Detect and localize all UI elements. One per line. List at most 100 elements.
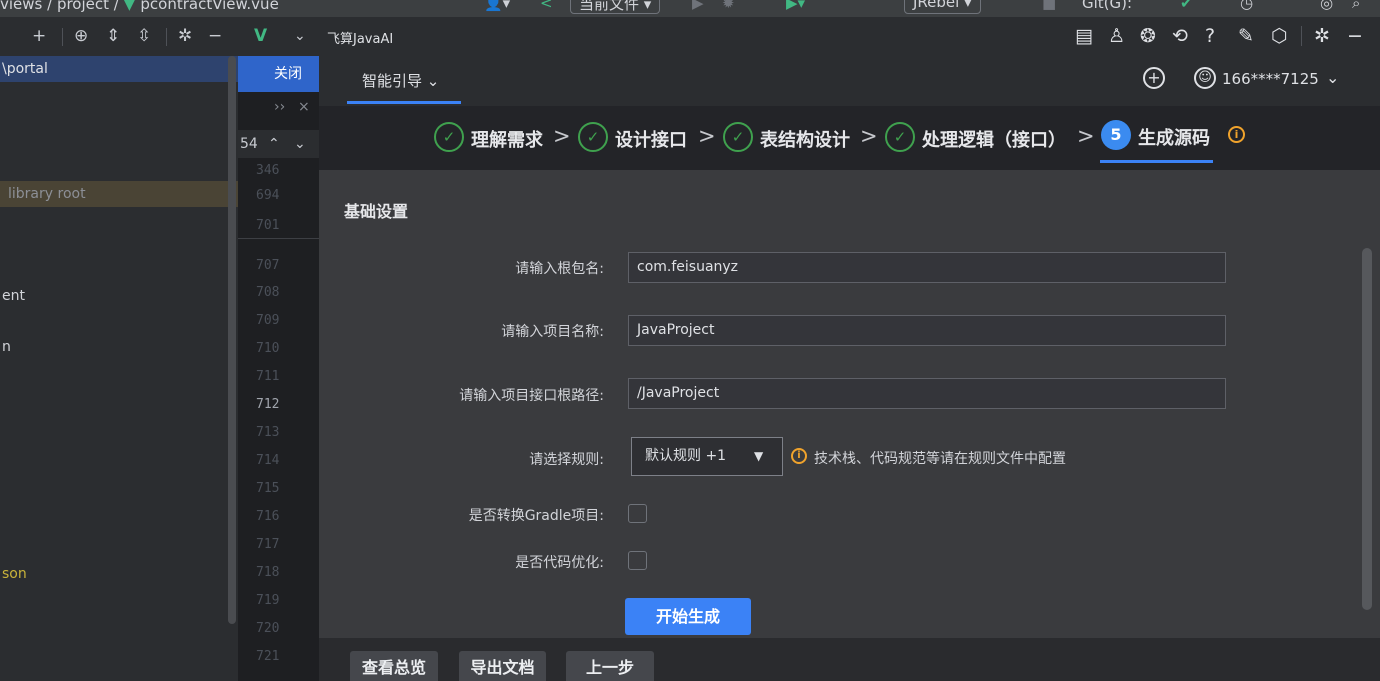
tree-row[interactable]: n (0, 334, 238, 360)
breadcrumb-folder[interactable]: views (0, 0, 42, 13)
stop-icon[interactable]: ■ (1042, 0, 1056, 12)
line-number: 694 (256, 188, 280, 203)
gear-icon[interactable]: ✲ (1314, 25, 1330, 47)
caret-down-icon[interactable]: ▼ (754, 449, 763, 463)
nav-tab-smart-guide[interactable]: 智能引导 ⌄ (362, 70, 439, 91)
fold-separator (238, 238, 319, 239)
step-design-api[interactable]: 设计接口 (615, 126, 687, 152)
section-title: 基础设置 (344, 202, 409, 221)
search-icon[interactable]: ⌕ (1352, 0, 1360, 12)
step-logic[interactable]: 处理逻辑（接口） (922, 126, 1066, 152)
optimize-checkbox[interactable] (628, 551, 647, 570)
rule-hint: 技术栈、代码规范等请在规则文件中配置 (814, 451, 1066, 467)
line-number: 719 (256, 593, 280, 608)
collapse-all-icon[interactable]: ⇳ (137, 26, 151, 46)
expand-all-icon[interactable]: ⇕ (106, 26, 120, 46)
git-commit-icon[interactable]: ✔ (1180, 0, 1193, 12)
line-number: 346 (256, 163, 280, 178)
settings-hex-icon[interactable]: ⬡ (1271, 25, 1288, 47)
tree-scrollbar[interactable] (228, 56, 236, 624)
coverage-icon[interactable]: ▶▾ (786, 0, 805, 12)
add-circle-icon[interactable]: + (1143, 67, 1165, 89)
previous-step-button[interactable]: 上一步 (566, 651, 654, 681)
prev-match-icon[interactable]: ⌃ (268, 130, 280, 158)
find-count: 54 (240, 136, 258, 152)
view-overview-button[interactable]: 查看总览 (350, 651, 438, 681)
line-number: 708 (256, 285, 280, 300)
step-number-badge: 5 (1101, 120, 1131, 150)
find-navigator: 54 ⌃ ⌄ (238, 130, 319, 158)
back-icon[interactable]: < (540, 0, 553, 12)
close-icon[interactable]: × (298, 92, 310, 122)
breadcrumb-separator: / (109, 0, 124, 13)
export-doc-button[interactable]: 导出文档 (459, 651, 546, 681)
ai-assistant-icon[interactable]: ◎ (1320, 0, 1333, 12)
optimize-label: 是否代码优化: (515, 555, 604, 571)
brain-icon[interactable]: ❂ (1140, 25, 1156, 47)
line-number: 717 (256, 537, 280, 552)
check-circle-icon: ✓ (434, 122, 464, 152)
chevron-down-icon[interactable]: ⌄ (1326, 68, 1339, 87)
chevron-right-icon: > (553, 124, 571, 148)
tree-row[interactable]: \portal (0, 56, 238, 82)
breadcrumb-project[interactable]: project (57, 0, 109, 13)
start-generate-button[interactable]: 开始生成 (625, 598, 751, 635)
chevron-right-icon: > (860, 124, 878, 148)
info-icon[interactable]: i (1228, 126, 1245, 143)
check-circle-icon: ✓ (578, 122, 608, 152)
root-path-label: 请输入项目接口根路径: (459, 388, 604, 404)
nav-tab-underline (347, 101, 461, 104)
root-package-input[interactable]: com.feisuanyz (628, 252, 1226, 283)
vue-tab-icon[interactable]: V (254, 26, 267, 46)
check-circle-icon: ✓ (723, 122, 753, 152)
debug-icon[interactable]: ✹ (722, 0, 735, 12)
page-icon[interactable]: ▤ (1075, 25, 1093, 47)
run-config-dropdown[interactable]: 当前文件 ▾ (570, 0, 661, 14)
project-name-input[interactable]: JavaProject (628, 315, 1226, 346)
gear-icon[interactable]: ✲ (178, 26, 192, 46)
edit-icon[interactable]: ✎ (1238, 25, 1254, 47)
more-tabs-icon[interactable]: ›› (274, 92, 285, 122)
root-path-input[interactable]: /JavaProject (628, 378, 1226, 409)
user-icon[interactable]: 👤▾ (484, 0, 510, 12)
add-icon[interactable]: + (32, 26, 46, 46)
chevron-right-icon: > (1077, 124, 1095, 148)
help-icon[interactable]: ? (1205, 25, 1215, 47)
step-understand[interactable]: 理解需求 (471, 126, 543, 152)
step-table-design[interactable]: 表结构设计 (760, 126, 850, 152)
breadcrumb-file[interactable]: pcontractView.vue (140, 0, 278, 13)
account-name[interactable]: 166****7125 (1222, 70, 1319, 88)
panel-scrollbar[interactable] (1362, 248, 1372, 610)
step-generate-code[interactable]: 生成源码 (1138, 124, 1210, 150)
history-icon[interactable]: ◷ (1240, 0, 1253, 12)
line-number: 701 (256, 218, 280, 233)
jrebel-dropdown[interactable]: JRebel ▾ (904, 0, 981, 14)
gradle-checkbox[interactable] (628, 504, 647, 523)
minimize-icon[interactable]: − (208, 26, 222, 46)
close-button[interactable]: 关闭 (238, 56, 319, 92)
nav-bar (319, 56, 1380, 106)
line-number: 710 (256, 341, 280, 356)
run-icon[interactable]: ▶ (692, 0, 704, 12)
more-tabs-row: ›› × (238, 92, 319, 126)
info-icon: i (791, 448, 807, 464)
next-match-icon[interactable]: ⌄ (294, 130, 306, 158)
line-number: 720 (256, 621, 280, 636)
robot-icon[interactable]: ♙ (1108, 25, 1125, 47)
line-number: 721 (256, 649, 280, 664)
tree-row[interactable]: son (0, 561, 238, 587)
chevron-down-icon[interactable]: ⌄ (294, 26, 306, 46)
project-toolbar: + ⊕ ⇕ ⇳ ✲ − V ⌄ (0, 18, 319, 56)
tree-row[interactable]: ent (0, 283, 238, 309)
line-number: 713 (256, 425, 280, 440)
tree-row[interactable]: library root (0, 181, 238, 207)
rule-label: 请选择规则: (529, 452, 604, 468)
user-icon[interactable]: ☺ (1194, 67, 1216, 89)
header-divider (1301, 26, 1302, 46)
locate-icon[interactable]: ⊕ (74, 26, 88, 46)
history-icon[interactable]: ⟲ (1172, 25, 1188, 47)
chevron-right-icon: > (698, 124, 716, 148)
breadcrumb-separator: / (42, 0, 57, 13)
minimize-icon[interactable]: − (1347, 25, 1363, 47)
check-circle-icon: ✓ (885, 122, 915, 152)
